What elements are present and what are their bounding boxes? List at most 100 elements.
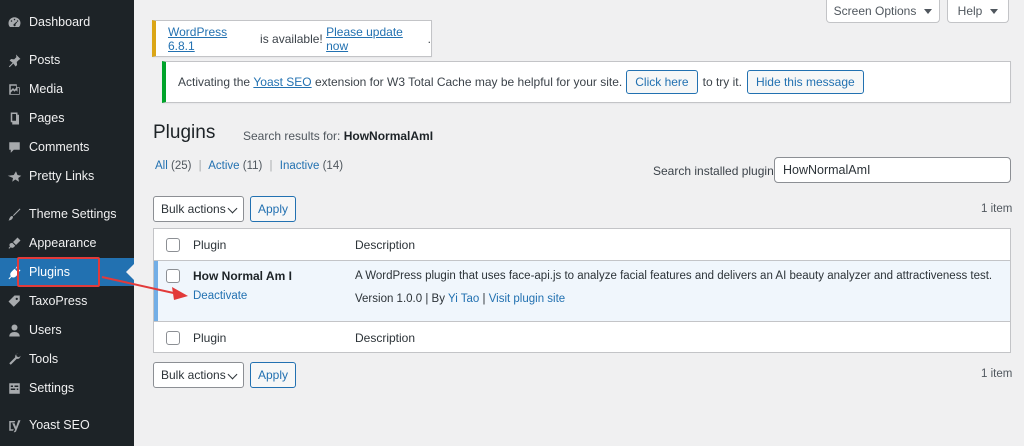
items-count-top: 1 item bbox=[981, 203, 1013, 215]
update-notice: WordPress 6.8.1 is available! Please upd… bbox=[152, 20, 432, 57]
sidebar-item-label: Theme Settings bbox=[29, 207, 117, 221]
yoast-icon bbox=[6, 417, 22, 433]
plugin-description: A WordPress plugin that uses face-api.js… bbox=[355, 270, 993, 282]
filter-separator: | bbox=[269, 160, 273, 172]
media-icon bbox=[6, 81, 22, 97]
bulk-actions-label: Bulk actions bbox=[161, 202, 226, 216]
sidebar-item-label: Pretty Links bbox=[29, 169, 95, 183]
row-checkbox[interactable] bbox=[166, 269, 180, 283]
wrench-icon bbox=[6, 351, 22, 367]
help-button[interactable]: Help bbox=[947, 0, 1009, 23]
table-header: Plugin Description bbox=[154, 229, 1010, 261]
sidebar-item-label: Plugins bbox=[29, 265, 70, 279]
settings-icon bbox=[6, 380, 22, 396]
filter-active-count: (11) bbox=[242, 160, 263, 172]
sidebar-item-label: Pages bbox=[29, 111, 65, 125]
search-results-subtitle: Search results for: HowNormalAmI bbox=[243, 129, 433, 143]
chevron-down-icon bbox=[924, 8, 933, 14]
sidebar-item-comments[interactable]: Comments bbox=[0, 133, 134, 161]
sidebar-item-theme-settings[interactable]: Theme Settings bbox=[0, 200, 134, 228]
pin-icon bbox=[6, 52, 22, 68]
filter-all-count: (25) bbox=[170, 160, 192, 172]
admin-sidebar: Dashboard Posts Media Pages Comments Pre… bbox=[0, 0, 134, 446]
chevron-down-icon bbox=[227, 203, 238, 214]
select-all-checkbox[interactable] bbox=[166, 238, 180, 252]
yoast-suggestion-notice: Activating the Yoast SEO extension for W… bbox=[162, 61, 1011, 103]
sidebar-item-label: TaxoPress bbox=[29, 294, 88, 308]
filter-active-link[interactable]: Active (11) bbox=[208, 160, 262, 172]
sidebar-item-pretty-links[interactable]: Pretty Links bbox=[0, 162, 134, 190]
sidebar-item-posts[interactable]: Posts bbox=[0, 46, 134, 74]
column-header-plugin: Plugin bbox=[193, 238, 227, 252]
screen-options-label: Screen Options bbox=[833, 4, 917, 18]
yoast-seo-link[interactable]: Yoast SEO bbox=[253, 75, 311, 89]
users-icon bbox=[6, 322, 22, 338]
plugin-meta: Version 1.0.0 | By Yi Tao | Visit plugin… bbox=[355, 293, 565, 305]
items-count-bottom: 1 item bbox=[981, 368, 1013, 380]
table-row: How Normal Am I Deactivate A WordPress p… bbox=[154, 261, 1010, 321]
search-plugins-label: Search installed plugins bbox=[653, 164, 780, 178]
sidebar-item-label: Comments bbox=[29, 140, 90, 154]
filter-all-link[interactable]: All (25) bbox=[155, 160, 191, 172]
meta-separator: | bbox=[425, 293, 429, 305]
brush-icon bbox=[6, 206, 22, 222]
tag-icon bbox=[6, 293, 22, 309]
select-all-checkbox-footer[interactable] bbox=[166, 331, 180, 345]
comment-icon bbox=[6, 139, 22, 155]
filter-separator: | bbox=[198, 160, 202, 172]
hide-message-button[interactable]: Hide this message bbox=[746, 70, 864, 94]
deactivate-link[interactable]: Deactivate bbox=[193, 290, 247, 302]
screen-options-button[interactable]: Screen Options bbox=[826, 0, 940, 23]
subtitle-search-term: HowNormalAmI bbox=[343, 129, 434, 143]
sidebar-item-tools[interactable]: Tools bbox=[0, 345, 134, 373]
star-icon bbox=[6, 168, 22, 184]
filter-inactive-label: Inactive bbox=[279, 160, 320, 172]
yoast-notice-post: extension for W3 Total Cache may be help… bbox=[311, 75, 623, 89]
column-footer-plugin: Plugin bbox=[193, 331, 227, 345]
visit-plugin-site-link[interactable]: Visit plugin site bbox=[489, 293, 566, 305]
sidebar-item-label: Posts bbox=[29, 53, 61, 67]
sidebar-item-yoast-seo[interactable]: Yoast SEO bbox=[0, 411, 134, 439]
yoast-notice-pre: Activating the bbox=[178, 75, 254, 89]
sidebar-item-pages[interactable]: Pages bbox=[0, 104, 134, 132]
sidebar-item-label: Tools bbox=[29, 352, 59, 366]
plugins-table: Plugin Description How Normal Am I Deact… bbox=[153, 228, 1011, 353]
bulk-actions-select-bottom[interactable]: Bulk actions bbox=[153, 362, 244, 388]
bulk-actions-label: Bulk actions bbox=[161, 368, 226, 382]
filter-inactive-link[interactable]: Inactive (14) bbox=[280, 160, 343, 172]
table-footer: Plugin Description bbox=[154, 321, 1010, 353]
sidebar-item-plugins[interactable]: Plugins bbox=[0, 258, 134, 286]
sidebar-item-dashboard[interactable]: Dashboard bbox=[0, 8, 134, 36]
subtitle-prefix: Search results for: bbox=[243, 129, 344, 143]
click-here-button[interactable]: Click here bbox=[626, 70, 698, 94]
status-filter-links: All (25) | Active (11) | Inactive (14) bbox=[155, 160, 343, 172]
pages-icon bbox=[6, 110, 22, 126]
apply-button-bottom[interactable]: Apply bbox=[250, 362, 296, 388]
by-label: By bbox=[431, 293, 445, 305]
update-notice-text: is available! bbox=[256, 31, 327, 46]
yoast-notice-try: to try it. bbox=[702, 75, 742, 89]
page-title: Plugins bbox=[153, 122, 216, 143]
sidebar-item-label: Users bbox=[29, 323, 62, 337]
sidebar-item-settings[interactable]: Settings bbox=[0, 374, 134, 402]
plugin-version: Version 1.0.0 bbox=[355, 293, 423, 305]
appearance-icon bbox=[6, 235, 22, 251]
author-link[interactable]: Yi Tao bbox=[448, 293, 479, 305]
search-plugins-input[interactable] bbox=[774, 157, 1011, 183]
filter-inactive-count: (14) bbox=[322, 160, 344, 172]
sidebar-item-users[interactable]: Users bbox=[0, 316, 134, 344]
help-label: Help bbox=[957, 4, 983, 18]
column-header-description: Description bbox=[355, 238, 416, 252]
wordpress-version-link[interactable]: WordPress 6.8.1 bbox=[168, 25, 257, 53]
dashboard-icon bbox=[6, 14, 22, 30]
sidebar-item-taxopress[interactable]: TaxoPress bbox=[0, 287, 134, 315]
sidebar-item-label: Appearance bbox=[29, 236, 97, 250]
apply-button-top[interactable]: Apply bbox=[250, 196, 296, 222]
meta-separator: | bbox=[482, 293, 486, 305]
chevron-down-icon bbox=[227, 369, 238, 380]
update-now-link[interactable]: Please update now bbox=[326, 25, 428, 53]
plugin-name: How Normal Am I bbox=[193, 269, 292, 283]
sidebar-item-appearance[interactable]: Appearance bbox=[0, 229, 134, 257]
sidebar-item-media[interactable]: Media bbox=[0, 75, 134, 103]
bulk-actions-select-top[interactable]: Bulk actions bbox=[153, 196, 244, 222]
